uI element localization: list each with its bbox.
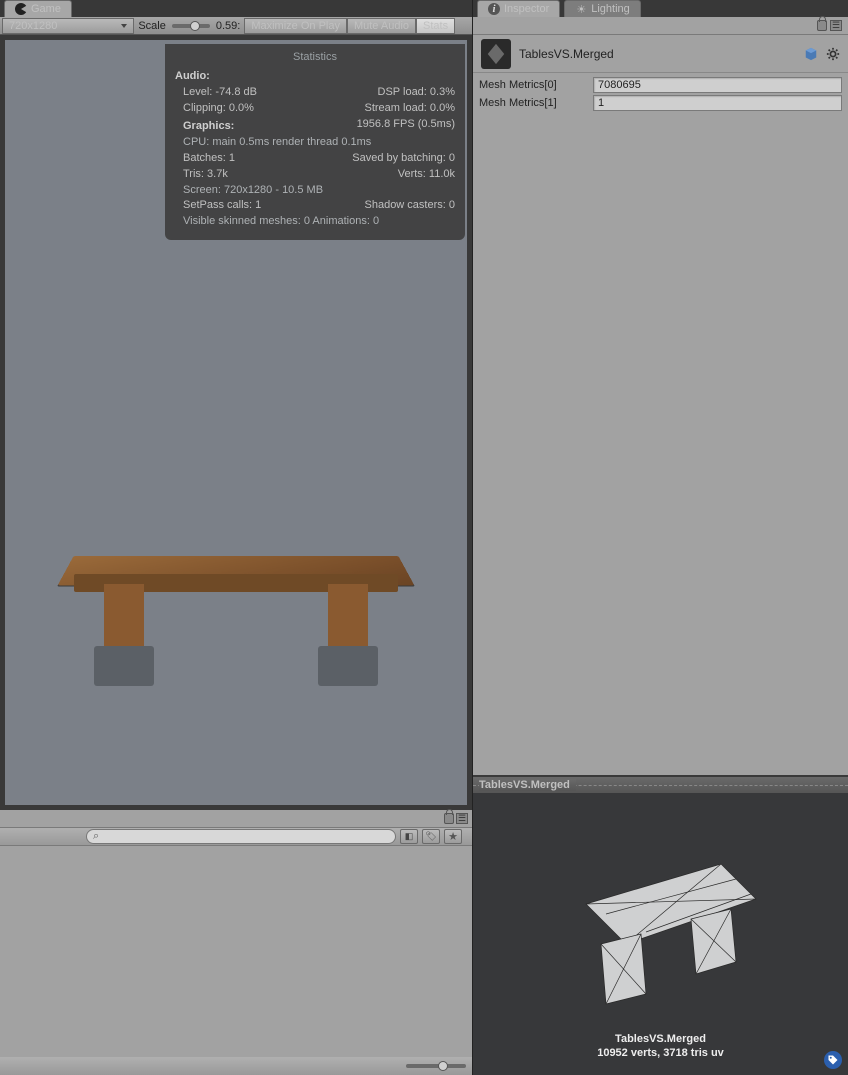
lighting-icon: ☀ [575,3,587,15]
mesh-preview[interactable]: TablesVS.Merged [473,775,848,1075]
property-label: Mesh Metrics[0] [479,79,589,91]
scale-slider[interactable] [172,24,210,28]
tag-icon[interactable] [824,1051,842,1069]
property-field[interactable]: 7080695 [593,77,842,93]
property-label: Mesh Metrics[1] [479,97,589,109]
stats-audio-header: Audio: [175,69,455,85]
stats-button[interactable]: Stats [416,18,455,34]
mute-audio-button[interactable]: Mute Audio [347,18,416,34]
property-field[interactable]: 1 [593,95,842,111]
lock-icon[interactable] [444,813,454,824]
asset-name: TablesVS.Merged [519,47,796,61]
inspector-tab[interactable]: i Inspector [477,0,560,17]
scale-label: Scale [134,20,170,32]
preview-name: TablesVS.Merged [473,1033,848,1045]
gear-icon[interactable] [826,47,840,61]
search-field[interactable] [99,831,389,843]
game-tab-bar: Game [0,0,472,17]
filter-button-2[interactable]: 🏷 [422,829,440,844]
thumbnail-size-slider[interactable] [406,1064,466,1068]
chevron-down-icon [121,24,127,28]
inspector-menu-icon[interactable]: ☰ [830,20,842,31]
rendered-table [66,514,406,714]
scale-value: 0.59: [212,20,244,32]
mesh-asset-icon [481,39,511,69]
resolution-dropdown[interactable]: 720x1280 [2,18,134,34]
inspector-lock-icon[interactable] [817,20,827,31]
game-tab[interactable]: Game [4,0,72,17]
game-viewport[interactable]: Statistics Audio: Level: -74.8 dBDSP loa… [0,35,472,810]
inspector-tab-bar: i Inspector ☀ Lighting [473,0,848,17]
game-icon [15,3,27,15]
preview-info: 10952 verts, 3718 tris uv [473,1047,848,1059]
property-row: Mesh Metrics[1] 1 [479,95,842,111]
wireframe-view [556,844,766,1024]
property-row: Mesh Metrics[0] 7080695 [479,77,842,93]
search-input[interactable]: ⌕ [86,829,396,844]
maximize-on-play-button[interactable]: Maximize On Play [244,18,347,34]
resolution-value: 720x1280 [9,20,57,32]
panel-menu-icon[interactable]: ☰ [456,813,468,824]
lighting-tab[interactable]: ☀ Lighting [564,0,641,17]
properties: Mesh Metrics[0] 7080695 Mesh Metrics[1] … [473,73,848,115]
statistics-overlay: Statistics Audio: Level: -74.8 dBDSP loa… [165,44,465,240]
info-icon: i [488,3,500,15]
favorite-button[interactable]: ★ [444,829,462,844]
lower-panel: ☰ ⌕ ◧ 🏷 ★ [0,810,472,1075]
filter-button-1[interactable]: ◧ [400,829,418,844]
preview-title: TablesVS.Merged [479,779,576,791]
game-toolbar: 720x1280 Scale 0.59: Maximize On Play Mu… [0,17,472,35]
game-tab-label: Game [31,3,61,15]
stats-title: Statistics [175,50,455,66]
prefab-icon[interactable] [804,47,818,61]
asset-header: TablesVS.Merged [473,35,848,73]
